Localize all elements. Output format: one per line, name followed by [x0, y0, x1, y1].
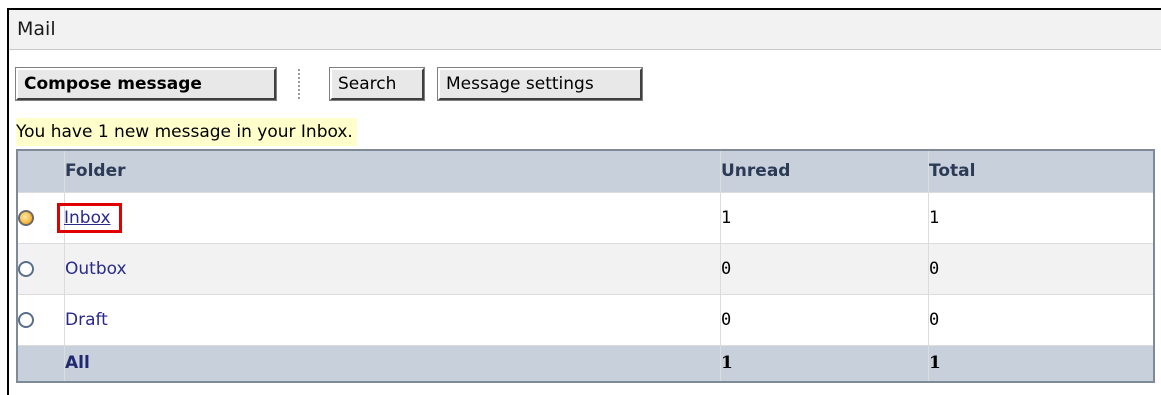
- search-button[interactable]: Search: [329, 67, 425, 101]
- radio-icon[interactable]: [18, 260, 34, 277]
- unread-count: 0: [720, 293, 929, 346]
- page-title: Mail: [17, 18, 56, 40]
- unread-count: 1: [720, 191, 929, 244]
- table-row-inbox: Inbox 1 1: [16, 191, 1155, 244]
- mail-header: Mail: [9, 10, 1161, 50]
- folder-link-inbox[interactable]: Inbox: [64, 208, 111, 228]
- folder-link-outbox[interactable]: Outbox: [65, 259, 127, 279]
- table-row-draft: Draft 0 0: [16, 293, 1155, 346]
- unread-count: 0: [720, 242, 929, 295]
- total-count: 0: [928, 293, 1155, 346]
- total-count: 1: [928, 191, 1155, 244]
- toolbar: Compose message Search Message settings: [15, 67, 643, 101]
- header-unread: Unread: [720, 149, 929, 193]
- compose-message-button[interactable]: Compose message: [15, 67, 277, 101]
- all-label: All: [65, 353, 90, 374]
- header-folder: Folder: [64, 149, 721, 193]
- message-settings-button[interactable]: Message settings: [437, 67, 643, 101]
- new-message-notice: You have 1 new message in your Inbox.: [16, 118, 357, 146]
- table-row-outbox: Outbox 0 0: [16, 242, 1155, 295]
- header-icon-cell: [16, 149, 65, 193]
- folder-table: Folder Unread Total Inbox 1 1 Outbox 0 0…: [16, 149, 1155, 383]
- all-unread-count: 1: [721, 353, 733, 374]
- table-header-row: Folder Unread Total: [16, 149, 1155, 193]
- total-count: 0: [928, 242, 1155, 295]
- toolbar-separator: [298, 69, 300, 99]
- highlight-box: Inbox: [57, 202, 122, 233]
- radio-selected-icon[interactable]: [18, 209, 34, 226]
- all-total-count: 1: [929, 353, 941, 374]
- table-row-all: All 1 1: [16, 344, 1155, 383]
- header-total: Total: [928, 149, 1155, 193]
- folder-link-draft[interactable]: Draft: [65, 310, 108, 330]
- radio-icon[interactable]: [18, 311, 34, 328]
